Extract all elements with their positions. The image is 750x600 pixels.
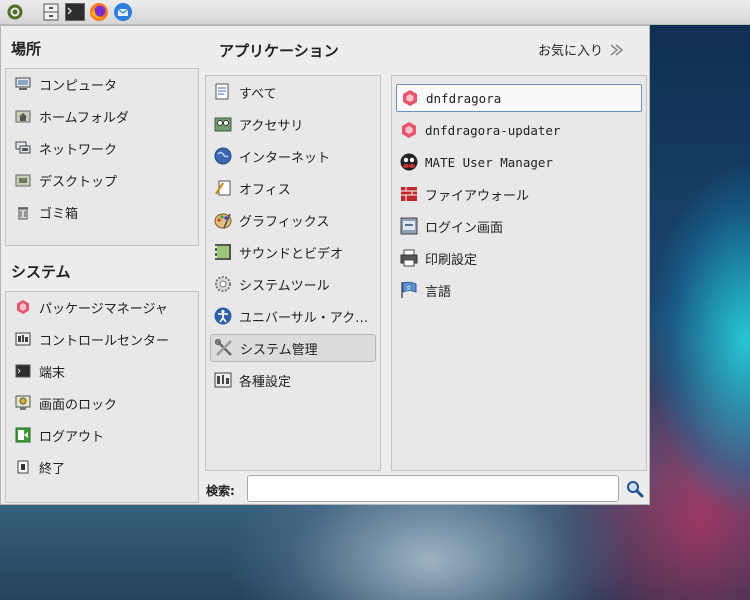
places-panel: コンピュータ ホームフォルダ ネットワーク デスクトップ ゴミ箱: [5, 68, 199, 246]
firefox-icon: [90, 3, 108, 21]
terminal-icon: [65, 3, 85, 21]
places-item-home[interactable]: ホームフォルダ: [10, 102, 194, 130]
system-item-lock-screen[interactable]: 画面のロック: [10, 389, 194, 417]
terminal-launcher[interactable]: [64, 1, 86, 23]
places-item-desktop[interactable]: デスクトップ: [10, 166, 194, 194]
category-system-tools[interactable]: システムツール: [210, 270, 376, 298]
favorites-link[interactable]: お気に入り: [538, 40, 625, 59]
lock-screen-icon: [14, 394, 32, 412]
app-dnfdragora[interactable]: dnfdragora: [396, 84, 642, 112]
system-title: システム: [11, 263, 71, 281]
user-manager-icon: [400, 153, 418, 171]
app-printer-settings[interactable]: 印刷設定: [396, 244, 642, 272]
printer-icon: [400, 249, 418, 267]
firewall-icon: [400, 185, 418, 203]
internet-icon: [214, 147, 232, 165]
category-all[interactable]: すべて: [210, 78, 376, 106]
logout-icon: [14, 426, 32, 444]
control-center-icon: [14, 330, 32, 348]
dnfdragora-updater-icon: [400, 121, 418, 139]
svg-text:文: 文: [406, 285, 411, 292]
category-preferences[interactable]: 各種設定: [210, 366, 376, 394]
search-icon: [627, 481, 644, 498]
trash-icon: [14, 203, 32, 221]
app-login-screen[interactable]: ログイン画面: [396, 212, 642, 240]
network-icon: [14, 139, 32, 157]
places-title: 場所: [11, 40, 42, 58]
system-item-logout[interactable]: ログアウト: [10, 421, 194, 449]
top-panel: [0, 0, 750, 25]
system-panel: パッケージマネージャ コントロールセンター 端末 画面のロック ログアウト 終了: [5, 291, 199, 503]
office-icon: [214, 179, 232, 197]
shutdown-icon: [14, 458, 32, 476]
app-language[interactable]: 文 言語: [396, 276, 642, 304]
preferences-icon: [214, 371, 232, 389]
search-button[interactable]: [626, 480, 644, 498]
favorites-label: お気に入り: [537, 44, 603, 59]
categories-panel: すべて アクセサリ インターネット オフィス グラフィックス サウンドとビデオ …: [205, 75, 381, 471]
system-item-package-manager[interactable]: パッケージマネージャ: [10, 293, 194, 321]
app-firewall[interactable]: ファイアウォール: [396, 180, 642, 208]
dnfdragora-icon: [401, 89, 419, 107]
package-manager-icon: [14, 298, 32, 316]
terminal-icon: [14, 362, 32, 380]
administration-icon: [215, 339, 233, 357]
firefox-launcher[interactable]: [88, 1, 110, 23]
system-item-control-center[interactable]: コントロールセンター: [10, 325, 194, 353]
main-menu-button[interactable]: [4, 1, 26, 23]
system-item-terminal[interactable]: 端末: [10, 357, 194, 385]
all-icon: [214, 83, 232, 101]
file-cabinet-icon: [43, 3, 59, 21]
accessories-icon: [214, 115, 232, 133]
desktop-folder-icon: [14, 171, 32, 189]
applications-title: アプリケーション: [219, 42, 339, 60]
thunderbird-icon: [114, 3, 132, 21]
arrow-right-icon: [610, 43, 624, 56]
universal-access-icon: [214, 307, 232, 325]
distro-logo-icon: [7, 4, 23, 20]
app-mate-user-manager[interactable]: MATE User Manager: [396, 148, 642, 176]
category-sound-video[interactable]: サウンドとビデオ: [210, 238, 376, 266]
home-folder-icon: [14, 107, 32, 125]
category-office[interactable]: オフィス: [210, 174, 376, 202]
language-icon: 文: [400, 281, 418, 299]
category-internet[interactable]: インターネット: [210, 142, 376, 170]
category-accessories[interactable]: アクセサリ: [210, 110, 376, 138]
places-item-computer[interactable]: コンピュータ: [10, 70, 194, 98]
app-dnfdragora-updater[interactable]: dnfdragora-updater: [396, 116, 642, 144]
application-menu: 場所 コンピュータ ホームフォルダ ネットワーク デスクトップ ゴミ箱 システム…: [0, 25, 650, 505]
category-universal-access[interactable]: ユニバーサル・アク…: [210, 302, 376, 330]
system-tools-icon: [214, 275, 232, 293]
apps-panel: dnfdragora dnfdragora-updater MATE User …: [391, 75, 647, 471]
search-input[interactable]: [247, 475, 619, 502]
search-label: 検索:: [206, 484, 235, 498]
sound-video-icon: [214, 243, 232, 261]
computer-icon: [14, 75, 32, 93]
places-item-trash[interactable]: ゴミ箱: [10, 198, 194, 226]
login-screen-icon: [400, 217, 418, 235]
category-graphics[interactable]: グラフィックス: [210, 206, 376, 234]
file-manager-launcher[interactable]: [40, 1, 62, 23]
places-item-network[interactable]: ネットワーク: [10, 134, 194, 162]
graphics-icon: [214, 211, 232, 229]
category-administration[interactable]: システム管理: [210, 334, 376, 362]
system-item-shutdown[interactable]: 終了: [10, 453, 194, 481]
thunderbird-launcher[interactable]: [112, 1, 134, 23]
